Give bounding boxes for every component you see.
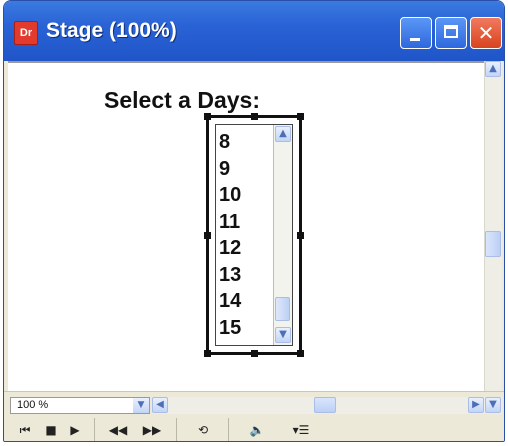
options-icon[interactable]: ▾☰ bbox=[284, 420, 318, 440]
list-item[interactable]: 14 bbox=[219, 288, 241, 315]
selection-handle[interactable] bbox=[297, 113, 304, 120]
toolbar-divider bbox=[94, 418, 95, 441]
toolbar-divider bbox=[228, 418, 229, 441]
list-scroll-up-icon[interactable]: ▲ bbox=[275, 126, 291, 142]
rewind-icon[interactable]: ⏮ bbox=[16, 420, 34, 440]
vertical-scroll-thumb[interactable] bbox=[485, 231, 501, 257]
selection-handle[interactable] bbox=[297, 232, 304, 239]
selection-handle[interactable] bbox=[251, 113, 258, 120]
list-item[interactable]: 13 bbox=[219, 262, 241, 289]
horizontal-scroll-thumb[interactable] bbox=[314, 397, 336, 413]
minimize-icon bbox=[410, 38, 420, 41]
selection-handle[interactable] bbox=[204, 232, 211, 239]
title-bar[interactable]: Dr Stage (100%) ✕ bbox=[4, 1, 504, 61]
stage-canvas[interactable]: Select a Days: 8 9 10 11 12 13 14 15 ▲ ▼ bbox=[8, 61, 484, 391]
scroll-down-icon[interactable]: ▼ bbox=[485, 397, 501, 413]
list-item[interactable]: 11 bbox=[219, 209, 241, 236]
play-icon[interactable]: ▶ bbox=[66, 420, 84, 440]
stop-icon[interactable]: ■ bbox=[42, 420, 60, 440]
zoom-value: 100 % bbox=[17, 399, 49, 411]
stage-horizontal-scrollbar[interactable]: ◀ ▶ ▼ bbox=[152, 397, 502, 414]
selection-handle[interactable] bbox=[251, 350, 258, 357]
zoom-select[interactable]: 100 % ▼ bbox=[10, 397, 150, 414]
days-list-items: 8 9 10 11 12 13 14 15 bbox=[219, 129, 241, 341]
selection-handle[interactable] bbox=[297, 350, 304, 357]
maximize-button[interactable] bbox=[435, 17, 467, 49]
scroll-up-icon[interactable]: ▲ bbox=[485, 61, 501, 77]
list-item[interactable]: 10 bbox=[219, 182, 241, 209]
stage-vertical-scrollbar[interactable]: ▲ bbox=[484, 61, 502, 391]
chevron-down-icon[interactable]: ▼ bbox=[133, 398, 149, 413]
days-listbox[interactable]: 8 9 10 11 12 13 14 15 ▲ ▼ bbox=[204, 113, 304, 357]
step-forward-icon[interactable]: ▶▶ bbox=[142, 420, 162, 440]
days-list[interactable]: 8 9 10 11 12 13 14 15 ▲ ▼ bbox=[215, 124, 293, 346]
list-item[interactable]: 15 bbox=[219, 315, 241, 342]
list-scroll-thumb[interactable] bbox=[275, 297, 290, 321]
selection-handle[interactable] bbox=[204, 113, 211, 120]
toolbar-divider bbox=[176, 418, 177, 441]
window-title: Stage (100%) bbox=[46, 19, 177, 42]
scroll-left-icon[interactable]: ◀ bbox=[152, 397, 168, 413]
maximize-icon bbox=[444, 25, 458, 38]
step-back-icon[interactable]: ◀◀ bbox=[108, 420, 128, 440]
selection-handle[interactable] bbox=[204, 350, 211, 357]
director-app-icon: Dr bbox=[14, 21, 38, 45]
select-days-label: Select a Days: bbox=[104, 87, 260, 113]
list-item[interactable]: 12 bbox=[219, 235, 241, 262]
scroll-right-icon[interactable]: ▶ bbox=[468, 397, 484, 413]
list-item[interactable]: 8 bbox=[219, 129, 241, 156]
loop-icon[interactable]: ⟲ bbox=[190, 420, 216, 440]
status-control-bar: 100 % ▼ ◀ ▶ ▼ ⏮ ■ ▶ ◀◀ ▶▶ ⟲ 🔈 ▾☰ bbox=[4, 391, 504, 441]
list-item[interactable]: 9 bbox=[219, 156, 241, 183]
list-scroll-down-icon[interactable]: ▼ bbox=[275, 327, 291, 343]
close-icon: ✕ bbox=[477, 21, 495, 45]
volume-icon[interactable]: 🔈 bbox=[244, 420, 270, 440]
stage-window: Dr Stage (100%) ✕ Select a Days: 8 9 10 … bbox=[3, 0, 505, 442]
close-button[interactable]: ✕ bbox=[470, 17, 502, 49]
minimize-button[interactable] bbox=[400, 17, 432, 49]
list-scrollbar[interactable]: ▲ ▼ bbox=[273, 125, 292, 345]
